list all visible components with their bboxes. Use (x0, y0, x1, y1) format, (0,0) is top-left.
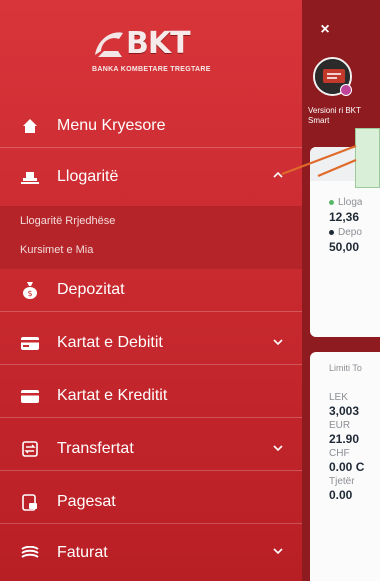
logo-letters: BKT (126, 26, 191, 61)
chevron-down-icon[interactable] (272, 336, 284, 348)
menu-item-deposits[interactable]: $ Depozitat (0, 269, 302, 312)
accounts-icon (21, 168, 39, 186)
drawer-header: BKT BANKA KOMBETARE TREGTARE (0, 0, 302, 105)
limits-title: Limiti To (329, 363, 362, 373)
menu-item-bills[interactable]: Faturat (0, 531, 302, 574)
menu-item-label: Faturat (57, 543, 108, 561)
balance-row2-label: Depo (329, 227, 362, 238)
dark-dot-icon (329, 229, 334, 235)
logo-mark: BKT (92, 26, 210, 62)
promo-caption: Versioni ri BKT Smart (308, 106, 361, 125)
limit-value: 0.00 C (329, 460, 365, 474)
balance-row1-label: Lloga (329, 197, 362, 208)
green-dot-icon (329, 199, 334, 205)
payment-icon (21, 493, 39, 511)
menu-item-debit-cards[interactable]: Kartat e Debitit (0, 322, 302, 365)
debit-card-icon (21, 334, 39, 352)
bkt-logo: BKT BANKA KOMBETARE TREGTARE (92, 26, 210, 86)
balance-row2-value: 50,00 (329, 240, 360, 254)
limits-card[interactable]: Limiti To LEK 3,003 EUR 21.90 CHF 0.00 C… (310, 352, 380, 581)
submenu-item-savings[interactable]: Kursimet e Mia (20, 244, 93, 256)
menu-item-label: Kartat e Kreditit (57, 387, 168, 404)
logo-subtitle: BANKA KOMBETARE TREGTARE (92, 66, 211, 73)
limit-value: 21.90 (329, 432, 360, 446)
transfer-icon (21, 440, 39, 458)
badge-icon (340, 84, 352, 96)
label-text: Depo (338, 227, 362, 238)
bills-icon (21, 544, 39, 562)
menu-item-accounts[interactable]: Llogaritë (0, 155, 302, 198)
limit-value: 3,003 (329, 404, 360, 418)
limit-currency: EUR (329, 420, 351, 431)
chevron-down-icon[interactable] (272, 442, 284, 454)
money-bag-icon: $ (21, 281, 39, 299)
menu-item-label: Depozitat (57, 281, 125, 298)
label-text: Lloga (338, 197, 363, 208)
app-background-panel: × Versioni ri BKT Smart Lloga 12,36 Depo… (302, 0, 380, 581)
menu-item-label: Llogaritë (57, 167, 119, 185)
menu-item-label: Transfertat (57, 440, 134, 457)
close-drawer-button[interactable]: × (315, 20, 335, 40)
logo-swirl-icon (95, 32, 123, 57)
credit-card-icon (21, 387, 39, 405)
menu-item-main[interactable]: Menu Kryesore (0, 105, 302, 148)
home-icon (21, 117, 39, 135)
accounts-submenu: Llogaritë Rrjedhëse Kursimet e Mia (0, 206, 302, 269)
limit-currency: LEK (329, 392, 348, 403)
menu-item-transfers[interactable]: Transfertat (0, 428, 302, 471)
svg-text:$: $ (27, 289, 32, 298)
menu-item-payments[interactable]: Pagesat (0, 481, 302, 524)
navigation-drawer: BKT BANKA KOMBETARE TREGTARE Menu Kryeso… (0, 0, 302, 581)
limit-currency: Tjetër (329, 476, 355, 487)
menu-item-label: Pagesat (57, 493, 116, 510)
menu-item-label: Menu Kryesore (57, 117, 166, 134)
limit-currency: CHF (329, 448, 350, 459)
limit-value: 0.00 (329, 488, 353, 502)
submenu-item-current-accounts[interactable]: Llogaritë Rrjedhëse (20, 215, 115, 227)
menu-item-credit-cards[interactable]: Kartat e Kreditit (0, 375, 302, 418)
menu-item-label: Kartat e Debitit (57, 334, 163, 351)
chevron-down-icon[interactable] (272, 545, 284, 557)
chevron-up-icon[interactable] (272, 169, 284, 181)
balance-row1-value: 12,36 (329, 210, 360, 224)
annotation-callout (355, 128, 380, 188)
